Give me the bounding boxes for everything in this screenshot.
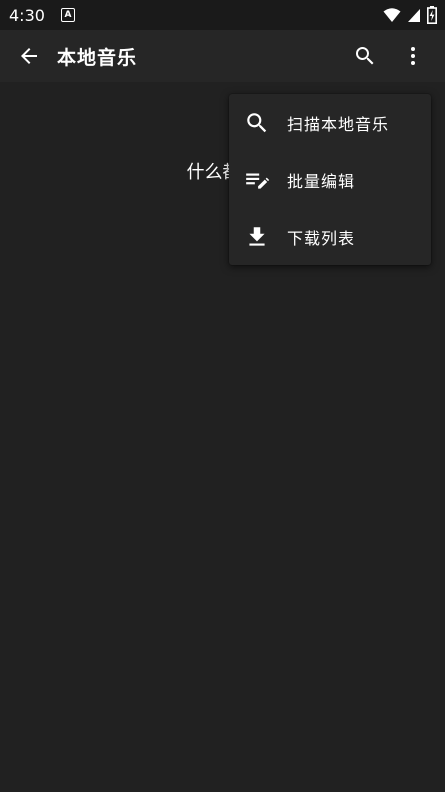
search-icon — [356, 47, 374, 65]
cell-signal-icon — [408, 9, 420, 22]
back-button[interactable] — [5, 32, 53, 80]
status-time: 4:30 — [9, 5, 45, 25]
status-icons — [383, 6, 437, 24]
menu-item-batch-edit[interactable]: 批量编辑 — [229, 151, 431, 208]
notification-app-icon: A — [60, 8, 75, 22]
more-options-button[interactable] — [389, 32, 437, 80]
status-bar: 4:30 A — [0, 0, 445, 30]
download-icon — [244, 224, 270, 250]
arrow-back-icon — [21, 48, 37, 64]
app-bar: 本地音乐 — [0, 30, 445, 82]
more-vert-icon — [411, 47, 415, 65]
menu-item-label: 扫描本地音乐 — [287, 114, 390, 134]
menu-item-scan-local-music[interactable]: 扫描本地音乐 — [229, 94, 431, 151]
page-title: 本地音乐 — [57, 46, 138, 69]
wifi-icon — [383, 8, 401, 22]
search-icon — [244, 110, 270, 136]
menu-item-label: 批量编辑 — [287, 171, 356, 191]
menu-item-label: 下载列表 — [287, 228, 356, 248]
edit-list-icon — [244, 167, 270, 193]
search-button[interactable] — [341, 32, 389, 80]
menu-item-download-list[interactable]: 下载列表 — [229, 208, 431, 265]
overflow-menu: 扫描本地音乐 批量编辑 下载列表 — [229, 94, 431, 265]
battery-icon — [427, 6, 437, 24]
